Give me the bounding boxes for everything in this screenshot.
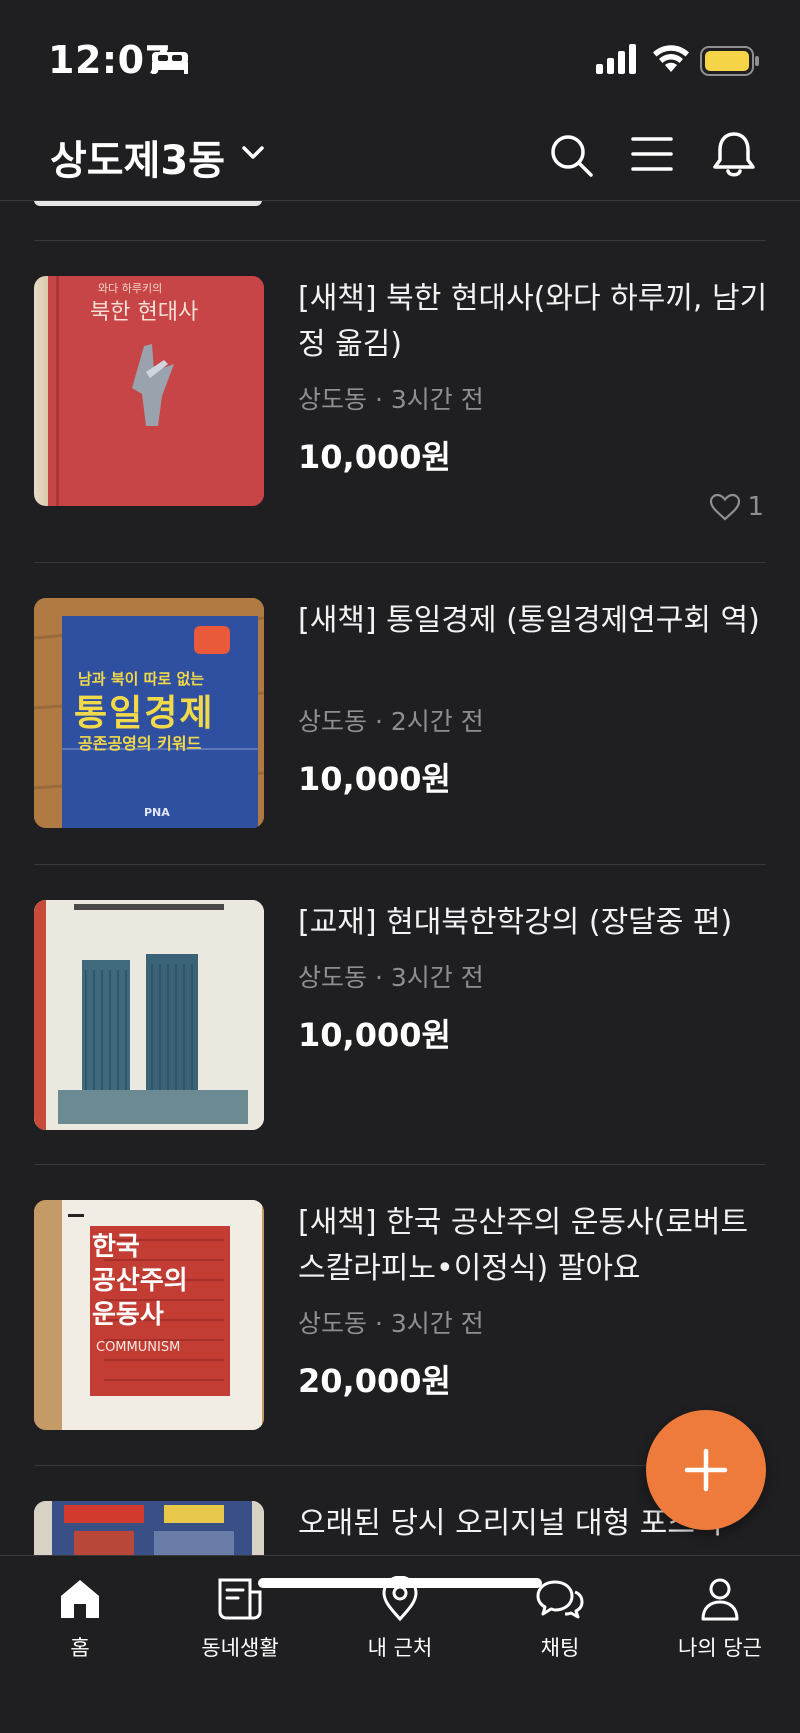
divider [34, 240, 766, 241]
tab-label: 채팅 [540, 1636, 580, 1660]
tab-home[interactable]: 홈 [0, 1576, 160, 1662]
item-time: 3시간 전 [390, 385, 484, 414]
list-item[interactable]: [교재] 현대북한학강의 (장달중 편) 상도동 · 3시간 전 10,000원 [0, 900, 800, 1150]
divider [34, 864, 766, 865]
product-image[interactable] [34, 1501, 264, 1555]
heart-icon [710, 493, 741, 521]
tab-label: 내 근처 [367, 1636, 433, 1660]
book-cover-title: 공산주의 [92, 1266, 188, 1296]
tab-neighborhood-life[interactable]: 동네생활 [160, 1576, 320, 1662]
item-meta: 상도동 · 3시간 전 [298, 385, 484, 414]
item-price: 20,000원 [298, 1362, 451, 1400]
list-item[interactable]: 와다 하루키의 북한 현대사 [새책] 북한 현대사(와다 하루끼, 남기정 옮… [0, 276, 800, 526]
like-count-value: 1 [747, 492, 764, 522]
product-image[interactable]: 남과 북이 따로 없는 통일경제 공존공영의 키워드 PNA [34, 598, 264, 828]
tab-label: 동네생활 [201, 1636, 279, 1660]
item-title[interactable]: [새책] 북한 현대사(와다 하루끼, 남기정 옮김) [298, 276, 768, 368]
book-cover-title: 통일경제 [74, 693, 215, 734]
book-cover-english: COMMUNISM [96, 1340, 181, 1355]
item-title[interactable]: [새책] 통일경제 (통일경제연구회 역) [298, 598, 768, 644]
product-image[interactable]: 와다 하루키의 북한 현대사 [34, 276, 264, 506]
category-menu-icon[interactable] [630, 134, 674, 174]
location-selector[interactable]: 상도제3동 [50, 128, 225, 186]
person-icon [701, 1578, 739, 1621]
chevron-down-icon[interactable] [240, 140, 266, 166]
status-bar: 12:07 [0, 0, 800, 110]
item-price: 10,000원 [298, 438, 451, 476]
item-location: 상도동 [298, 707, 368, 736]
product-image[interactable]: 한국 공산주의 운동사 COMMUNISM [34, 1200, 264, 1430]
book-cover-title: 운동사 [92, 1300, 164, 1330]
wifi-icon [653, 45, 689, 72]
tab-label: 홈 [70, 1636, 90, 1660]
book-cover-title: 북한 현대사 [90, 300, 199, 325]
item-title[interactable]: [교재] 현대북한학강의 (장달중 편) [298, 900, 768, 946]
cellular-signal-icon [596, 44, 636, 74]
tab-chat[interactable]: 채팅 [480, 1576, 640, 1662]
book-publisher: PNA [144, 806, 170, 819]
item-title[interactable]: [새책] 한국 공산주의 운동사(로버트 스칼라피노•이정식) 팔아요 [298, 1200, 768, 1292]
item-location: 상도동 [298, 385, 368, 414]
home-indicator[interactable] [258, 1578, 542, 1588]
item-meta: 상도동 · 2시간 전 [298, 707, 484, 736]
item-location: 상도동 [298, 963, 368, 992]
battery-icon [700, 46, 759, 76]
item-price: 10,000원 [298, 1016, 451, 1054]
list-item[interactable]: 남과 북이 따로 없는 통일경제 공존공영의 키워드 PNA [새책] 통일경제… [0, 598, 800, 848]
tab-my-page[interactable]: 나의 당근 [640, 1576, 800, 1662]
chat-icon [536, 1580, 584, 1619]
home-icon [61, 1580, 99, 1618]
item-time: 3시간 전 [390, 1309, 484, 1338]
product-list[interactable]: 와다 하루키의 북한 현대사 [새책] 북한 현대사(와다 하루끼, 남기정 옮… [0, 200, 800, 1555]
newspaper-icon [218, 1578, 262, 1620]
tab-nearby[interactable]: 내 근처 [320, 1576, 480, 1662]
tab-label: 나의 당근 [678, 1636, 762, 1660]
divider [34, 562, 766, 563]
product-image[interactable] [34, 900, 264, 1130]
item-meta: 상도동 · 3시간 전 [298, 1309, 484, 1338]
top-app-bar: 상도제3동 [0, 110, 800, 201]
bed-icon [152, 52, 188, 74]
notification-bell-icon[interactable] [712, 130, 756, 178]
poster-art [34, 1501, 264, 1555]
like-count: 1 [709, 492, 764, 522]
item-time: 3시간 전 [390, 963, 484, 992]
list-item[interactable]: 한국 공산주의 운동사 COMMUNISM [새책] 한국 공산주의 운동사(로… [0, 1200, 800, 1450]
item-time: 2시간 전 [390, 707, 484, 736]
item-meta: 상도동 · 3시간 전 [298, 963, 484, 992]
add-listing-button[interactable] [646, 1410, 766, 1530]
book-cover-line: 공존공영의 키워드 [78, 734, 202, 753]
book-cover-title: 한국 [92, 1232, 140, 1262]
plus-icon [684, 1448, 728, 1492]
search-icon[interactable] [548, 132, 594, 178]
item-price: 10,000원 [298, 760, 451, 798]
book-cover-art [34, 900, 264, 1130]
item-location: 상도동 [298, 1309, 368, 1338]
divider [34, 1164, 766, 1165]
